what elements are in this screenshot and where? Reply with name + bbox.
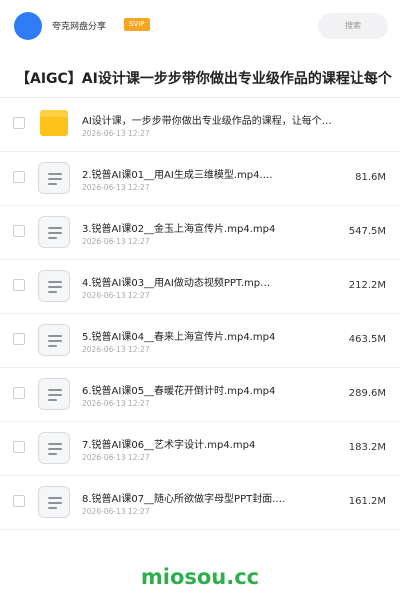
item-size: 547.5M (348, 226, 386, 237)
item-date: 2026-06-13 12:27 (82, 507, 150, 516)
item-name: AI设计课，一步步带你做出专业级作品的课程，让每个… (82, 116, 332, 127)
avatar[interactable] (14, 12, 42, 40)
item-name: 6.锐普AI课05__春暖花开倒计时.mp4.mp4 (82, 386, 276, 397)
item-name: 4.锐普AI课03__用AI做动态视频PPT.mp… (82, 278, 271, 289)
file-row[interactable]: 6.锐普AI课05__春暖花开倒计时.mp4.mp4 2026-06-13 12:… (0, 368, 400, 422)
item-date: 2026-06-13 12:27 (82, 345, 150, 354)
item-size: 81.6M (355, 172, 386, 183)
search-button[interactable]: 搜索 (318, 13, 388, 39)
select-checkbox[interactable] (13, 441, 25, 453)
item-size: 212.2M (348, 280, 386, 291)
header: 夸克网盘分享 SVIP 搜索 (0, 0, 400, 52)
item-date: 2026-06-13 12:27 (82, 291, 150, 300)
svip-badge: SVIP (124, 18, 150, 31)
file-row[interactable]: 8.锐普AI课07__随心所欲做字母型PPT封面.… 2026-06-13 12:… (0, 476, 400, 530)
title-bar: 【AIGC】AI设计课一步步带你做出专业级作品的课程让每个 (0, 58, 400, 98)
item-size: 161.2M (348, 496, 386, 507)
file-icon (38, 270, 70, 302)
app-name: 夸克网盘分享 (52, 22, 107, 32)
watermark: miosou.cc (140, 565, 260, 589)
file-row[interactable]: 5.锐普AI课04__春来上海宣传片.mp4.mp4 2026-06-13 12:… (0, 314, 400, 368)
item-date: 2026-06-13 12:27 (82, 399, 150, 408)
file-row[interactable]: 2.锐普AI课01__用AI生成三维模型.mp4.… 2026-06-13 12:… (0, 152, 400, 206)
item-name: 3.锐普AI课02__金玉上海宣传片.mp4.mp4 (82, 224, 276, 235)
item-size: 183.2M (348, 442, 386, 453)
file-row[interactable]: 3.锐普AI课02__金玉上海宣传片.mp4.mp4 2026-06-13 12:… (0, 206, 400, 260)
item-name: 8.锐普AI课07__随心所欲做字母型PPT封面.… (82, 494, 286, 505)
select-checkbox[interactable] (13, 117, 25, 129)
file-icon (38, 378, 70, 410)
select-checkbox[interactable] (13, 333, 25, 345)
folder-icon (40, 110, 68, 138)
item-date: 2026-06-13 12:27 (82, 183, 150, 192)
item-date: 2026-06-13 12:27 (82, 237, 150, 246)
file-icon (38, 432, 70, 464)
select-checkbox[interactable] (13, 495, 25, 507)
file-row[interactable]: 7.锐普AI课06__艺术字设计.mp4.mp4 2026-06-13 12:27… (0, 422, 400, 476)
folder-row[interactable]: AI设计课，一步步带你做出专业级作品的课程，让每个… 2026-06-13 12:… (0, 98, 400, 152)
item-date: 2026-06-13 12:27 (82, 129, 150, 138)
page-title: 【AIGC】AI设计课一步步带你做出专业级作品的课程让每个 (16, 71, 392, 87)
select-checkbox[interactable] (13, 225, 25, 237)
item-size: 289.6M (348, 388, 386, 399)
select-checkbox[interactable] (13, 171, 25, 183)
select-checkbox[interactable] (13, 279, 25, 291)
item-name: 5.锐普AI课04__春来上海宣传片.mp4.mp4 (82, 332, 276, 343)
item-name: 7.锐普AI课06__艺术字设计.mp4.mp4 (82, 440, 256, 451)
file-icon (38, 216, 70, 248)
item-size: 463.5M (348, 334, 386, 345)
file-list: AI设计课，一步步带你做出专业级作品的课程，让每个… 2026-06-13 12:… (0, 98, 400, 530)
item-date: 2026-06-13 12:27 (82, 453, 150, 462)
file-icon (38, 162, 70, 194)
file-icon (38, 486, 70, 518)
item-name: 2.锐普AI课01__用AI生成三维模型.mp4.… (82, 170, 273, 181)
select-checkbox[interactable] (13, 387, 25, 399)
file-icon (38, 324, 70, 356)
file-row[interactable]: 4.锐普AI课03__用AI做动态视频PPT.mp… 2026-06-13 12:… (0, 260, 400, 314)
